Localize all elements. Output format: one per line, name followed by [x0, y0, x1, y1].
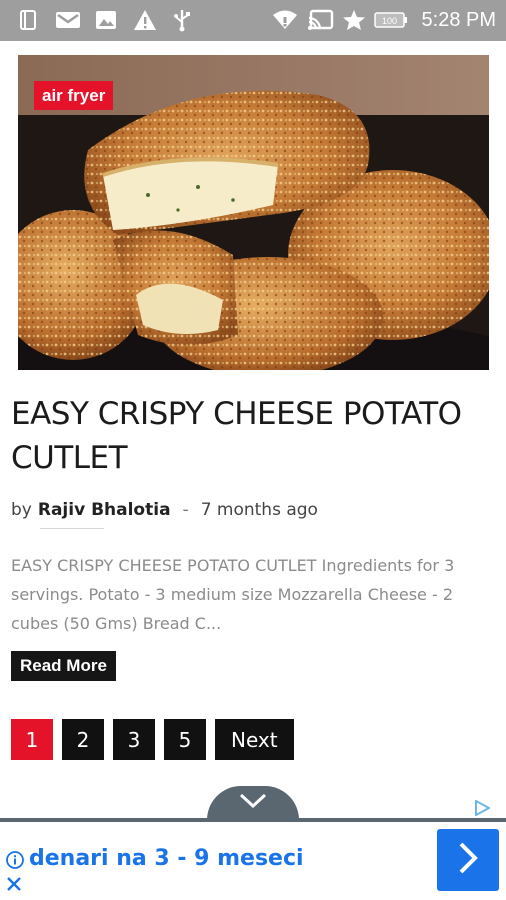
page-2-button[interactable]: 2 [62, 719, 104, 760]
ad-open-button[interactable] [437, 829, 499, 891]
post-date: 7 months ago [200, 500, 318, 520]
cast-icon [308, 9, 334, 31]
by-label: by [11, 500, 32, 520]
status-bar: 100 5:28 PM [0, 0, 506, 41]
usb-icon [172, 9, 192, 32]
chevron-down-icon [238, 792, 268, 815]
ad-headline[interactable]: denari na 3 - 9 meseci [29, 846, 304, 871]
adchoices-icon[interactable] [474, 799, 492, 821]
chevron-right-icon [456, 841, 480, 880]
info-icon[interactable] [6, 851, 24, 874]
page-1-button[interactable]: 1 [11, 719, 53, 760]
battery-level-text: 100 [382, 16, 397, 26]
author-underline [40, 528, 104, 529]
meta-separator: - [182, 500, 189, 520]
close-icon[interactable] [6, 876, 22, 897]
post-excerpt: EASY CRISPY CHEESE POTATO CUTLET Ingredi… [11, 556, 455, 633]
status-time: 5:28 PM [421, 9, 496, 31]
next-page-button[interactable]: Next [215, 719, 294, 760]
battery-icon: 100 [374, 9, 408, 31]
image-icon [95, 9, 117, 31]
warning-icon [133, 9, 157, 31]
wifi-icon [272, 9, 298, 31]
ad-collapse-button[interactable] [207, 786, 299, 820]
page-5-button[interactable]: 5 [164, 719, 206, 760]
author-link[interactable]: Rajiv Bhalotia [38, 500, 171, 520]
pagination: 1 2 3 5 Next [11, 719, 294, 760]
post-title[interactable]: EASY CRISPY CHEESE POTATO CUTLET [11, 392, 491, 480]
gmail-icon [55, 9, 81, 31]
star-icon [342, 9, 366, 31]
post-meta: by Rajiv Bhalotia - 7 months ago [11, 500, 318, 520]
page-3-button[interactable]: 3 [113, 719, 155, 760]
read-more-button[interactable]: Read More [11, 651, 116, 681]
category-tag[interactable]: air fryer [34, 81, 114, 110]
notes-icon [18, 9, 38, 31]
